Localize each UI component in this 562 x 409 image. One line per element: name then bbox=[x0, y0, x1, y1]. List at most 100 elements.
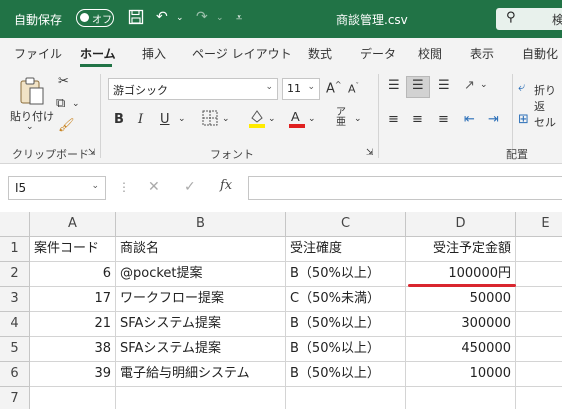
autosave-toggle[interactable]: オフ bbox=[76, 9, 114, 27]
cell-e6[interactable] bbox=[516, 362, 562, 387]
cell-e4[interactable] bbox=[516, 312, 562, 337]
cell-b2[interactable]: @pocket提案 bbox=[116, 262, 286, 287]
align-right-icon[interactable]: ≡ bbox=[438, 112, 449, 127]
wrap-text-icon[interactable]: ⤶ bbox=[518, 80, 525, 95]
cell-d4[interactable]: 300000 bbox=[406, 312, 516, 337]
tab-review[interactable]: 校閲 bbox=[418, 45, 442, 62]
name-box[interactable]: I5 ⌄ bbox=[8, 176, 106, 200]
cell-a3[interactable]: 17 bbox=[30, 287, 116, 312]
shrink-font-icon[interactable]: Aˇ bbox=[348, 82, 359, 96]
cell-b3[interactable]: ワークフロー提案 bbox=[116, 287, 286, 312]
font-launcher-icon[interactable]: ⇲ bbox=[366, 148, 374, 158]
cell-c5[interactable]: B（50%以上） bbox=[286, 337, 406, 362]
row-header[interactable]: 6 bbox=[0, 362, 30, 387]
row-header[interactable]: 2 bbox=[0, 262, 30, 287]
row-header[interactable]: 7 bbox=[0, 387, 30, 409]
column-header-d[interactable]: D bbox=[406, 212, 516, 237]
tab-home[interactable]: ホーム bbox=[80, 45, 116, 62]
cell-d5[interactable]: 450000 bbox=[406, 337, 516, 362]
cell-c3[interactable]: C（50%未満） bbox=[286, 287, 406, 312]
row-header[interactable]: 1 bbox=[0, 237, 30, 262]
tab-view[interactable]: 表示 bbox=[470, 45, 494, 62]
tab-insert[interactable]: 挿入 bbox=[142, 45, 166, 62]
merge-cells-label[interactable]: セル bbox=[534, 114, 556, 130]
insert-function-button[interactable]: fx bbox=[220, 178, 232, 193]
align-bottom-icon[interactable]: ☰ bbox=[438, 78, 450, 93]
cell-e7[interactable] bbox=[516, 387, 562, 409]
select-all-corner[interactable] bbox=[0, 212, 30, 237]
cell-a2[interactable]: 6 bbox=[30, 262, 116, 287]
cell-e3[interactable] bbox=[516, 287, 562, 312]
tab-data[interactable]: データ bbox=[360, 45, 396, 62]
fill-color-dropdown-icon[interactable]: ⌄ bbox=[268, 114, 276, 124]
underline-dropdown-icon[interactable]: ⌄ bbox=[178, 114, 186, 124]
row-header[interactable]: 5 bbox=[0, 337, 30, 362]
cell-a1[interactable]: 案件コード bbox=[30, 237, 116, 262]
cancel-icon[interactable]: ✕ bbox=[148, 179, 160, 195]
tab-page-layout[interactable]: ページ レイアウト bbox=[192, 45, 292, 62]
tab-file[interactable]: ファイル bbox=[14, 45, 62, 62]
formula-input[interactable] bbox=[248, 176, 562, 200]
row-header[interactable]: 4 bbox=[0, 312, 30, 337]
orientation-icon[interactable]: ↗ bbox=[464, 78, 475, 93]
underline-button[interactable]: U bbox=[160, 112, 170, 127]
wrap-text-label[interactable]: 折り返 bbox=[534, 82, 562, 114]
font-color-icon[interactable]: A bbox=[288, 108, 306, 132]
enter-icon[interactable]: ✓ bbox=[184, 179, 196, 195]
cell-a6[interactable]: 39 bbox=[30, 362, 116, 387]
cell-b4[interactable]: SFAシステム提案 bbox=[116, 312, 286, 337]
increase-indent-icon[interactable]: ⇥ bbox=[488, 112, 499, 127]
cell-a7[interactable] bbox=[30, 387, 116, 409]
formula-bar-grip-icon[interactable]: ⋮ bbox=[118, 180, 130, 194]
fill-color-icon[interactable] bbox=[248, 108, 266, 132]
font-color-dropdown-icon[interactable]: ⌄ bbox=[308, 114, 316, 124]
format-painter-icon[interactable]: 🖌 bbox=[58, 118, 75, 133]
tab-formulas[interactable]: 数式 bbox=[308, 45, 332, 62]
redo-icon[interactable]: ↷ bbox=[196, 9, 208, 25]
copy-icon[interactable]: ⧉ bbox=[56, 96, 65, 111]
cell-d6[interactable]: 10000 bbox=[406, 362, 516, 387]
cell-e1[interactable] bbox=[516, 237, 562, 262]
cell-d1[interactable]: 受注予定金額 bbox=[406, 237, 516, 262]
tab-automate[interactable]: 自動化 bbox=[522, 45, 558, 62]
italic-button[interactable]: I bbox=[138, 112, 143, 127]
font-size-dropdown[interactable]: 11 ⌄ bbox=[282, 78, 320, 100]
align-center-icon[interactable]: ≡ bbox=[412, 112, 423, 127]
cell-c4[interactable]: B（50%以上） bbox=[286, 312, 406, 337]
cell-e5[interactable] bbox=[516, 337, 562, 362]
orientation-dropdown-icon[interactable]: ⌄ bbox=[480, 80, 488, 90]
cell-b1[interactable]: 商談名 bbox=[116, 237, 286, 262]
customize-qat-icon[interactable]: ⩡ bbox=[236, 11, 242, 25]
cell-a5[interactable]: 38 bbox=[30, 337, 116, 362]
cell-b7[interactable] bbox=[116, 387, 286, 409]
align-top-icon[interactable]: ☰ bbox=[388, 78, 400, 93]
bold-button[interactable]: B bbox=[114, 112, 124, 127]
column-header-b[interactable]: B bbox=[116, 212, 286, 237]
column-header-c[interactable]: C bbox=[286, 212, 406, 237]
undo-dropdown-icon[interactable]: ⌄ bbox=[176, 13, 184, 23]
paste-icon[interactable] bbox=[18, 76, 46, 110]
clipboard-launcher-icon[interactable]: ⇲ bbox=[88, 148, 96, 158]
borders-dropdown-icon[interactable]: ⌄ bbox=[222, 114, 230, 124]
cut-icon[interactable]: ✂ bbox=[58, 74, 69, 89]
cell-d3[interactable]: 50000 bbox=[406, 287, 516, 312]
cell-c2[interactable]: B（50%以上） bbox=[286, 262, 406, 287]
align-left-icon[interactable]: ≡ bbox=[388, 112, 399, 127]
decrease-indent-icon[interactable]: ⇤ bbox=[464, 112, 475, 127]
save-icon[interactable] bbox=[128, 9, 144, 29]
search-box[interactable]: ⚲ 検 bbox=[496, 8, 562, 30]
font-name-dropdown[interactable]: 游ゴシック ⌄ bbox=[108, 78, 278, 100]
column-header-e[interactable]: E bbox=[516, 212, 562, 237]
cell-e2[interactable] bbox=[516, 262, 562, 287]
cell-c6[interactable]: B（50%以上） bbox=[286, 362, 406, 387]
copy-dropdown-icon[interactable]: ⌄ bbox=[72, 99, 80, 109]
column-header-a[interactable]: A bbox=[30, 212, 116, 237]
redo-dropdown-icon[interactable]: ⌄ bbox=[216, 13, 224, 23]
cell-d7[interactable] bbox=[406, 387, 516, 409]
grow-font-icon[interactable]: A^ bbox=[326, 80, 342, 96]
cell-a4[interactable]: 21 bbox=[30, 312, 116, 337]
merge-cells-icon[interactable]: ⊞ bbox=[518, 112, 529, 127]
cell-c1[interactable]: 受注確度 bbox=[286, 237, 406, 262]
cell-c7[interactable] bbox=[286, 387, 406, 409]
paste-dropdown-icon[interactable]: ⌄ bbox=[26, 122, 34, 132]
